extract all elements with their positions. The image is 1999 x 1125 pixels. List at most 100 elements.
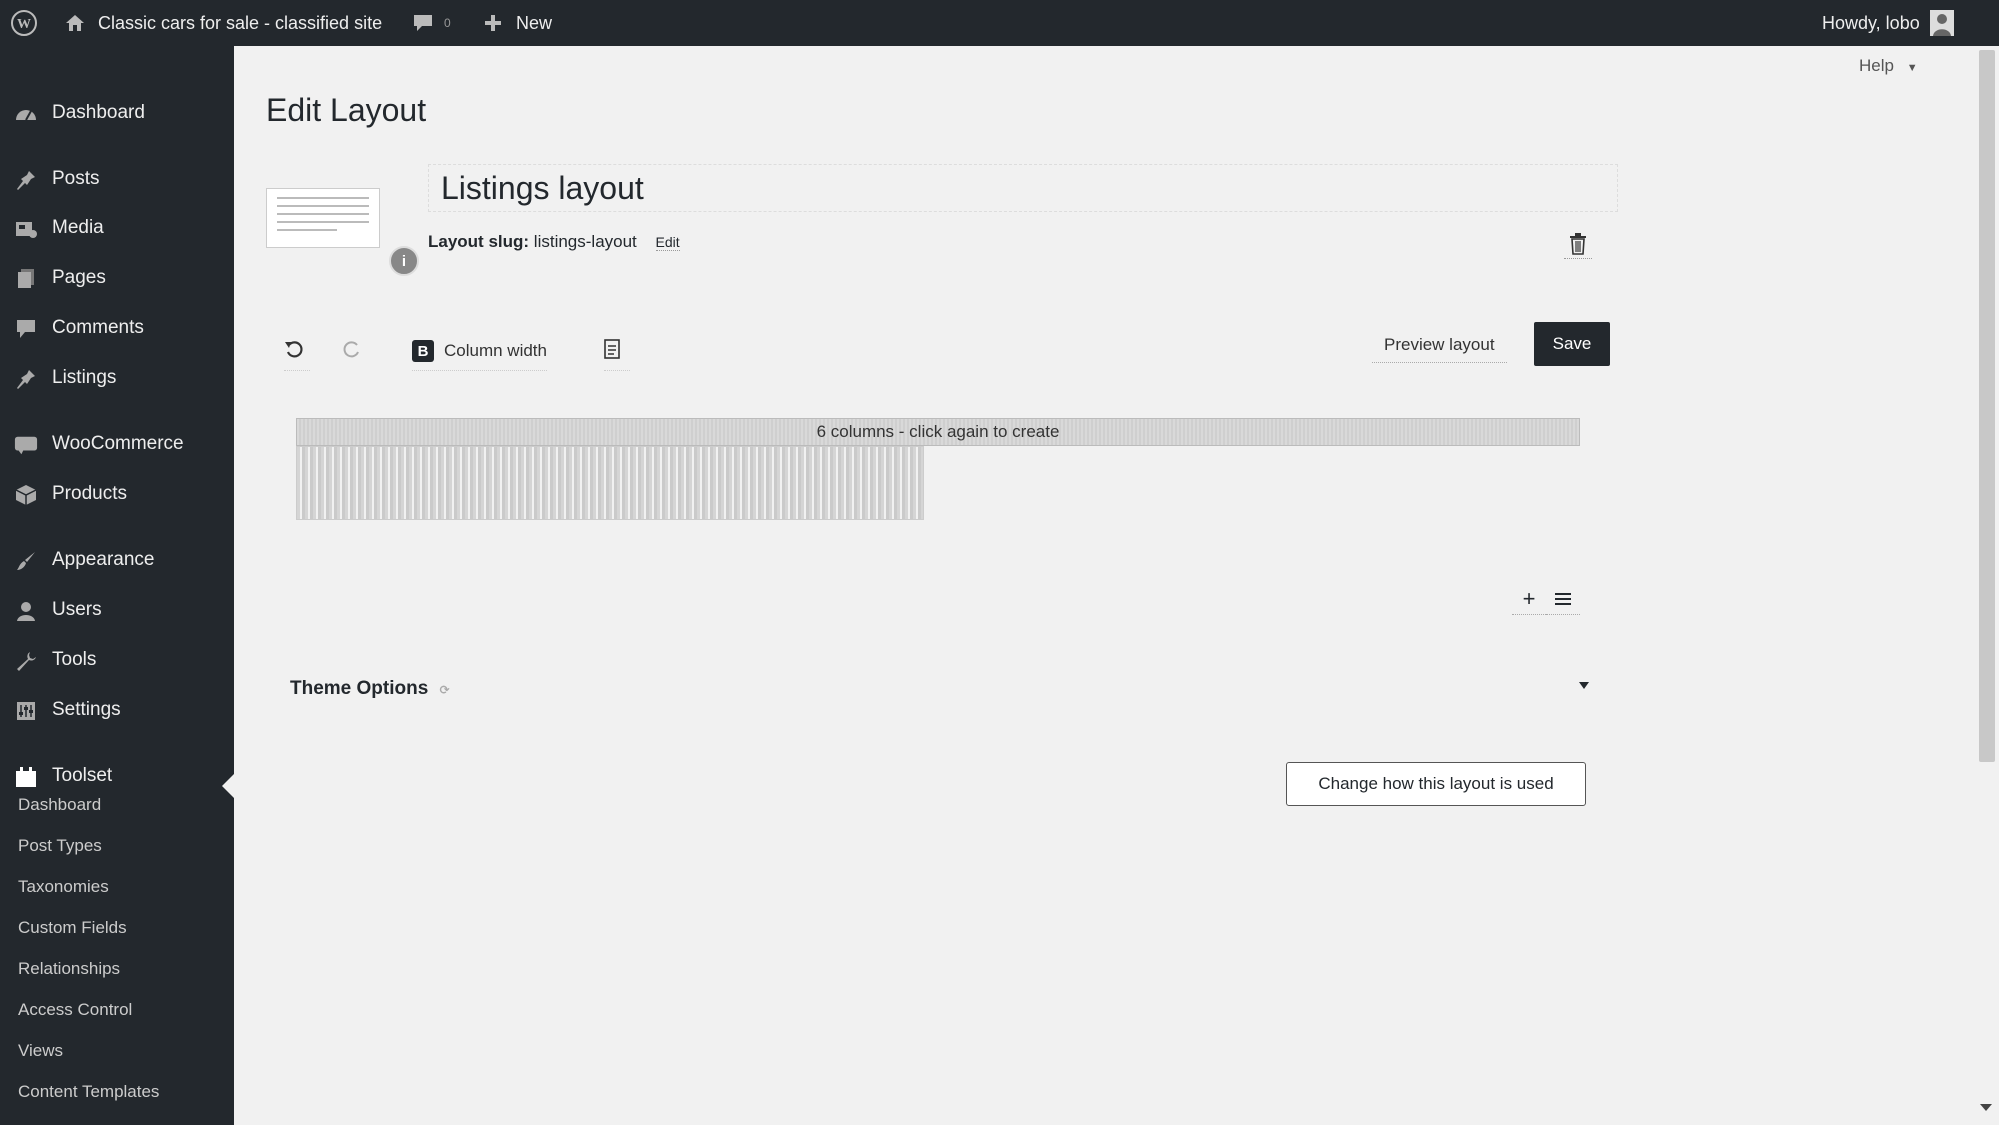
home-icon bbox=[64, 13, 86, 33]
add-row-button[interactable]: + bbox=[1512, 584, 1546, 615]
scroll-down-arrow-icon[interactable] bbox=[1980, 1104, 1992, 1111]
menu-toolset-label: Toolset bbox=[52, 765, 113, 786]
new-content-link[interactable]: New bbox=[484, 0, 552, 46]
admin-bar: W Classic cars for sale - classified sit… bbox=[0, 0, 1999, 46]
menu-dashboard-label: Dashboard bbox=[52, 102, 145, 123]
toggle-arrow-icon[interactable] bbox=[1579, 682, 1589, 689]
pin-icon bbox=[14, 168, 38, 192]
menu-users-label: Users bbox=[52, 599, 102, 620]
menu-posts[interactable]: Posts bbox=[0, 156, 234, 202]
comment-bubble-icon bbox=[412, 13, 434, 33]
pages-icon bbox=[14, 267, 38, 291]
column-width-label: Column width bbox=[444, 341, 547, 360]
row-menu-button[interactable] bbox=[1546, 584, 1580, 615]
greeting: Howdy, lobo bbox=[1822, 12, 1920, 33]
change-layout-usage-button[interactable]: Change how this layout is used bbox=[1286, 762, 1586, 806]
submenu-relationships[interactable]: Relationships bbox=[18, 959, 120, 979]
media-icon bbox=[14, 217, 38, 241]
theme-options-heading[interactable]: Theme Options ⟳ bbox=[290, 678, 450, 700]
submenu-views[interactable]: Views bbox=[18, 1041, 63, 1061]
menu-listings[interactable]: Listings bbox=[0, 355, 234, 401]
plus-icon: + bbox=[1522, 586, 1536, 611]
menu-appearance-label: Appearance bbox=[52, 549, 155, 570]
menu-products-label: Products bbox=[52, 483, 127, 504]
submenu-access-control[interactable]: Access Control bbox=[18, 1000, 132, 1020]
page-title: Edit Layout bbox=[266, 92, 427, 128]
wrench-icon bbox=[14, 649, 38, 673]
submenu-content-templates[interactable]: Content Templates bbox=[18, 1082, 159, 1102]
comments-link[interactable]: 0 bbox=[412, 0, 451, 46]
css-editor-button[interactable] bbox=[604, 332, 630, 371]
submenu-custom-fields[interactable]: Custom Fields bbox=[18, 918, 127, 938]
wordpress-logo-icon[interactable]: W bbox=[10, 0, 38, 46]
dashboard-icon bbox=[14, 102, 38, 126]
preview-layout-button[interactable]: Preview layout bbox=[1372, 328, 1507, 363]
menu-settings[interactable]: Settings bbox=[0, 687, 234, 733]
redo-icon bbox=[342, 339, 362, 364]
menu-toolset[interactable]: Toolset bbox=[0, 753, 234, 799]
menu-comments[interactable]: Comments bbox=[0, 305, 234, 351]
slug-value: listings-layout bbox=[533, 232, 637, 251]
layout-title-input[interactable]: Listings layout bbox=[428, 164, 1618, 212]
grid-columns-preview[interactable] bbox=[296, 446, 924, 520]
toolset-icon bbox=[14, 765, 38, 789]
avatar-icon bbox=[1929, 10, 1954, 36]
menu-woocommerce[interactable]: WooCommerce bbox=[0, 421, 234, 467]
svg-text:W: W bbox=[17, 17, 31, 32]
slug-row: Layout slug: listings-layout Edit bbox=[428, 232, 680, 252]
menu-users[interactable]: Users bbox=[0, 587, 234, 633]
products-icon bbox=[14, 483, 38, 507]
menu-pages[interactable]: Pages bbox=[0, 255, 234, 301]
document-icon bbox=[604, 338, 620, 364]
info-icon[interactable]: i bbox=[389, 246, 419, 276]
submenu-post-types[interactable]: Post Types bbox=[18, 836, 102, 856]
pin-icon bbox=[14, 367, 38, 391]
comments-count: 0 bbox=[444, 16, 451, 30]
comment-icon bbox=[14, 317, 38, 341]
current-menu-arrow bbox=[222, 774, 234, 798]
trash-icon[interactable] bbox=[1564, 230, 1592, 259]
settings-icon bbox=[14, 699, 38, 723]
submenu-dashboard[interactable]: Dashboard bbox=[18, 795, 101, 815]
menu-tools-label: Tools bbox=[52, 649, 97, 670]
menu-media[interactable]: Media bbox=[0, 205, 234, 251]
menu-woocommerce-label: WooCommerce bbox=[52, 433, 184, 454]
save-button[interactable]: Save bbox=[1534, 322, 1610, 366]
menu-products[interactable]: Products bbox=[0, 471, 234, 517]
menu-appearance[interactable]: Appearance bbox=[0, 537, 234, 583]
menu-posts-label: Posts bbox=[52, 168, 100, 189]
undo-button[interactable] bbox=[284, 332, 310, 371]
layout-title: Listings layout bbox=[441, 169, 644, 206]
menu-comments-label: Comments bbox=[52, 317, 144, 338]
hamburger-icon bbox=[1555, 586, 1571, 612]
menu-media-label: Media bbox=[52, 217, 104, 238]
plus-icon bbox=[484, 14, 502, 32]
main-content: Help ▼ Edit Layout i Listings layout Lay… bbox=[234, 46, 1999, 1125]
menu-settings-label: Settings bbox=[52, 699, 121, 720]
new-label: New bbox=[516, 12, 553, 33]
column-width-button[interactable]: B Column width bbox=[412, 332, 547, 371]
theme-options-label: Theme Options bbox=[290, 678, 429, 699]
help-tab[interactable]: Help ▼ bbox=[1859, 56, 1918, 76]
layout-thumbnail[interactable] bbox=[266, 188, 380, 248]
site-name-link[interactable]: Classic cars for sale - classified site bbox=[64, 0, 382, 46]
users-icon bbox=[14, 599, 38, 623]
redo-button[interactable] bbox=[342, 332, 368, 370]
menu-tools[interactable]: Tools bbox=[0, 637, 234, 683]
undo-icon bbox=[284, 339, 304, 364]
site-name: Classic cars for sale - classified site bbox=[98, 12, 383, 33]
grid-create-text: 6 columns - click again to create bbox=[816, 422, 1060, 441]
caret-down-icon: ▼ bbox=[1906, 62, 1918, 74]
spinner-icon: ⟳ bbox=[439, 683, 450, 697]
submenu-taxonomies[interactable]: Taxonomies bbox=[18, 877, 109, 897]
grid-create-bar[interactable]: 6 columns - click again to create bbox=[296, 418, 1580, 446]
bootstrap-icon: B bbox=[412, 340, 434, 362]
scrollbar-thumb[interactable] bbox=[1979, 50, 1995, 762]
menu-pages-label: Pages bbox=[52, 267, 106, 288]
slug-label: Layout slug: bbox=[428, 232, 530, 251]
slug-edit-link[interactable]: Edit bbox=[655, 234, 680, 251]
my-account-link[interactable]: Howdy, lobo bbox=[1822, 0, 1954, 46]
menu-listings-label: Listings bbox=[52, 367, 117, 388]
menu-dashboard[interactable]: Dashboard bbox=[0, 90, 234, 136]
help-label: Help bbox=[1859, 56, 1894, 75]
